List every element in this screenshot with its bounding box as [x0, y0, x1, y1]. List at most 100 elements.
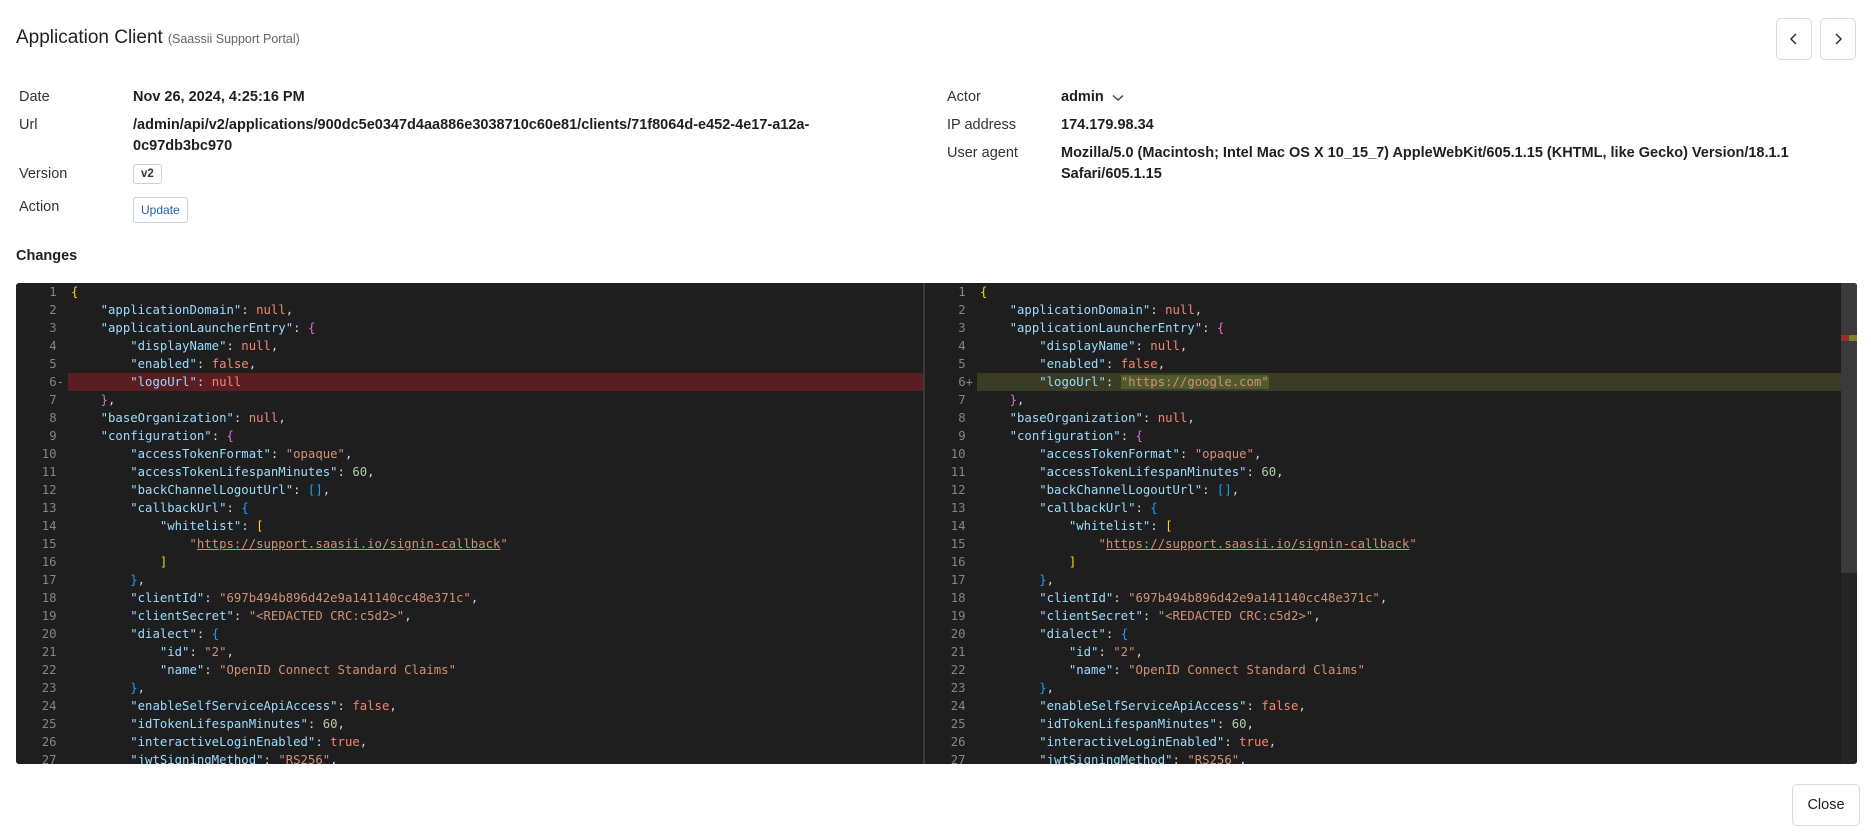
code-line: 10 "accessTokenFormat": "opaque",	[16, 445, 923, 463]
line-number: 17	[41, 573, 64, 587]
code-line: 23 },	[16, 679, 923, 697]
diff-added-line: 6+ "logoUrl": "https://google.com"	[925, 373, 1841, 391]
line-number: 5	[958, 357, 973, 371]
code-text: "accessTokenLifespanMinutes": 60,	[1039, 465, 1284, 479]
line-number: 23	[950, 681, 973, 695]
code-text: "baseOrganization": null,	[100, 411, 286, 425]
line-number: 12	[950, 483, 973, 497]
code-line: 20 "dialect": {	[16, 625, 923, 643]
code-line: 17 },	[925, 571, 1841, 589]
code-line: 19 "clientSecret": "<REDACTED CRC:c5d2>"…	[925, 607, 1841, 625]
line-number: 11	[41, 465, 64, 479]
code-text: "accessTokenFormat": "opaque",	[1039, 447, 1262, 461]
code-line: 5 "enabled": false,	[16, 355, 923, 373]
code-text: },	[100, 393, 116, 407]
code-line: 17 },	[16, 571, 923, 589]
code-line: 21 "id": "2",	[16, 643, 923, 661]
code-text: "applicationDomain": null,	[100, 303, 294, 317]
right-logourl-value: "https://google.com"	[1120, 375, 1269, 389]
url-label: Url	[19, 117, 38, 133]
diff-overview-ruler[interactable]	[1841, 283, 1857, 764]
line-number: 8	[49, 411, 64, 425]
line-number: 4	[958, 339, 973, 353]
code-line: 27 "jwtSigningMethod": "RS256",	[925, 751, 1841, 764]
line-number: 25	[950, 717, 973, 731]
code-text: "configuration": {	[1009, 429, 1143, 443]
close-button[interactable]: Close	[1792, 784, 1860, 826]
line-number: 13	[950, 501, 973, 515]
code-line: 8 "baseOrganization": null,	[16, 409, 923, 427]
line-number: 7	[958, 393, 973, 407]
code-text: "clientId": "697b494b896d42e9a141140cc48…	[1039, 591, 1388, 605]
line-number: 4	[49, 339, 64, 353]
line-number: 17	[950, 573, 973, 587]
line-number: 26	[41, 735, 64, 749]
line-number: 20	[41, 627, 64, 641]
overview-deleted-marker	[1841, 335, 1849, 341]
code-text: "dialect": {	[130, 627, 220, 641]
code-text: "idTokenLifespanMinutes": 60,	[1039, 717, 1254, 731]
line-number: 6+	[958, 375, 973, 389]
line-number: 26	[950, 735, 973, 749]
code-text: "configuration": {	[100, 429, 234, 443]
code-text: "https://support.saasii.io/signin-callba…	[189, 537, 508, 551]
code-text: "backChannelLogoutUrl": [],	[1039, 483, 1240, 497]
code-line: 1 {	[925, 283, 1841, 301]
line-number: 23	[41, 681, 64, 695]
user-agent-value-line1: Mozilla/5.0 (Macintosh; Intel Mac OS X 1…	[1061, 145, 1789, 161]
version-badge: v2	[133, 164, 162, 184]
scrollbar-thumb[interactable]	[1841, 283, 1857, 573]
line-number: 27	[950, 753, 973, 764]
code-text: "backChannelLogoutUrl": [],	[130, 483, 331, 497]
code-line: 2 "applicationDomain": null,	[16, 301, 923, 319]
code-line: 12 "backChannelLogoutUrl": [],	[16, 481, 923, 499]
line-number: 14	[950, 519, 973, 533]
line-number: 1	[958, 285, 973, 299]
next-button[interactable]	[1820, 18, 1856, 60]
url-value-line2: 0c97db3bc970	[133, 138, 233, 154]
code-line: 19 "clientSecret": "<REDACTED CRC:c5d2>"…	[16, 607, 923, 625]
diff-original-pane[interactable]: 1 { 2 "applicationDomain": null, 3 "appl…	[16, 283, 923, 764]
page-title: Application Client	[16, 27, 163, 48]
code-text: "interactiveLoginEnabled": true,	[130, 735, 368, 749]
ip-label: IP address	[947, 117, 1017, 133]
code-line: 18 "clientId": "697b494b896d42e9a141140c…	[925, 589, 1841, 607]
chevron-down-icon	[1112, 94, 1124, 101]
code-line: 24 "enableSelfServiceApiAccess": false,	[16, 697, 923, 715]
line-number: 20	[950, 627, 973, 641]
line-number: 10	[41, 447, 64, 461]
code-line: 3 "applicationLauncherEntry": {	[16, 319, 923, 337]
code-line: 4 "displayName": null,	[925, 337, 1841, 355]
line-number: 9	[49, 429, 64, 443]
line-number: 15	[41, 537, 64, 551]
diff-modified-pane[interactable]: 1 { 2 "applicationDomain": null, 3 "appl…	[925, 283, 1841, 764]
code-text: },	[1009, 393, 1025, 407]
line-number: 15	[950, 537, 973, 551]
line-number: 2	[958, 303, 973, 317]
actor-value: admin	[1061, 89, 1104, 105]
code-line: 10 "accessTokenFormat": "opaque",	[925, 445, 1841, 463]
line-number: 21	[950, 645, 973, 659]
code-text: },	[1039, 573, 1055, 587]
changes-title: Changes	[16, 248, 78, 264]
code-text: "applicationLauncherEntry": {	[1009, 321, 1225, 335]
previous-button[interactable]	[1776, 18, 1812, 60]
version-label: Version	[19, 166, 68, 182]
code-line: 12 "backChannelLogoutUrl": [],	[925, 481, 1841, 499]
chevron-left-icon	[1789, 33, 1797, 45]
line-number: 5	[49, 357, 64, 371]
line-number: 24	[41, 699, 64, 713]
line-number: 7	[49, 393, 64, 407]
actor-dropdown[interactable]: admin	[1061, 87, 1124, 108]
code-text: "clientId": "697b494b896d42e9a141140cc48…	[130, 591, 479, 605]
code-text: "logoUrl": null	[130, 375, 242, 389]
diff-editor[interactable]: 1 { 2 "applicationDomain": null, 3 "appl…	[16, 283, 1857, 764]
code-text: "jwtSigningMethod": "RS256",	[1039, 753, 1247, 764]
actor-label: Actor	[947, 89, 981, 105]
code-line: 1 {	[16, 283, 923, 301]
code-text: "callbackUrl": {	[1039, 501, 1158, 515]
dialog-header: Application Client (Saassii Support Port…	[16, 27, 300, 49]
left-logourl-value: null	[211, 375, 242, 389]
line-number: 21	[41, 645, 64, 659]
code-text: "interactiveLoginEnabled": true,	[1039, 735, 1277, 749]
